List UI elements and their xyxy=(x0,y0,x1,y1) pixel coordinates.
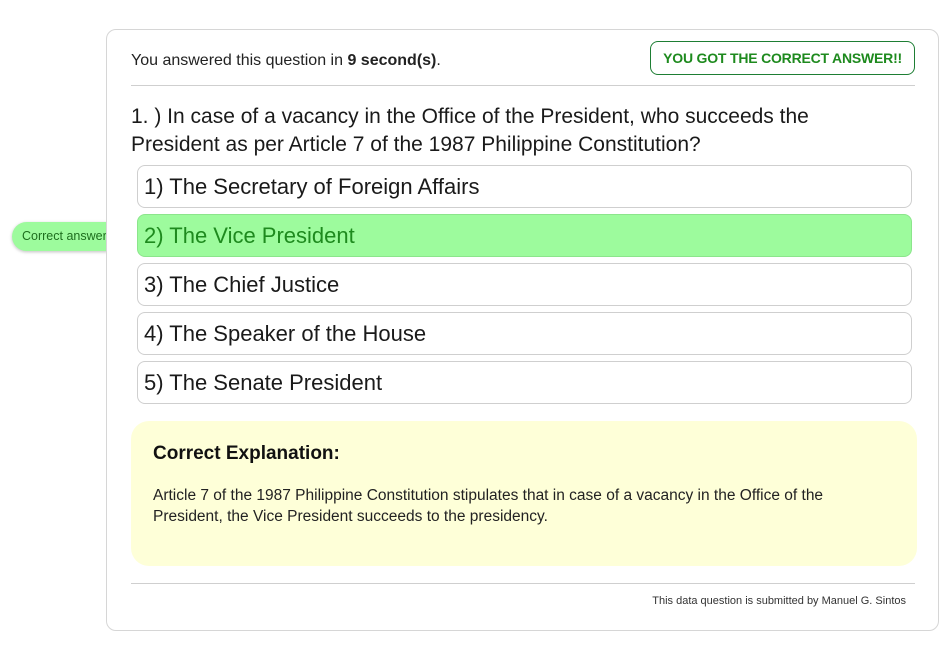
time-value: 9 second(s) xyxy=(347,52,437,69)
explanation-title: Correct Explanation: xyxy=(153,443,340,464)
option-1[interactable]: 1) The Secretary of Foreign Affairs xyxy=(137,165,912,208)
answer-time-text: You answered this question in 9 second(s… xyxy=(131,52,441,70)
submitted-by-text: This data question is submitted by Manue… xyxy=(652,595,906,607)
explanation-box: Correct Explanation: Article 7 of the 19… xyxy=(131,421,917,566)
option-2-correct[interactable]: 2) The Vice President xyxy=(137,214,912,257)
bottom-divider xyxy=(131,583,915,584)
option-5[interactable]: 5) The Senate President xyxy=(137,361,912,404)
result-badge: YOU GOT THE CORRECT ANSWER!! xyxy=(650,41,915,75)
correct-answer-tooltip: Correct answer. xyxy=(12,222,126,251)
question-text: 1. ) In case of a vacancy in the Office … xyxy=(131,105,809,156)
option-4[interactable]: 4) The Speaker of the House xyxy=(137,312,912,355)
top-divider xyxy=(131,85,915,86)
tooltip-text: Correct answer. xyxy=(22,229,110,243)
time-suffix: . xyxy=(436,52,441,69)
option-3[interactable]: 3) The Chief Justice xyxy=(137,263,912,306)
explanation-text: Article 7 of the 1987 Philippine Constit… xyxy=(153,487,824,525)
question-card: You answered this question in 9 second(s… xyxy=(106,29,939,631)
time-prefix: You answered this question in xyxy=(131,52,348,69)
